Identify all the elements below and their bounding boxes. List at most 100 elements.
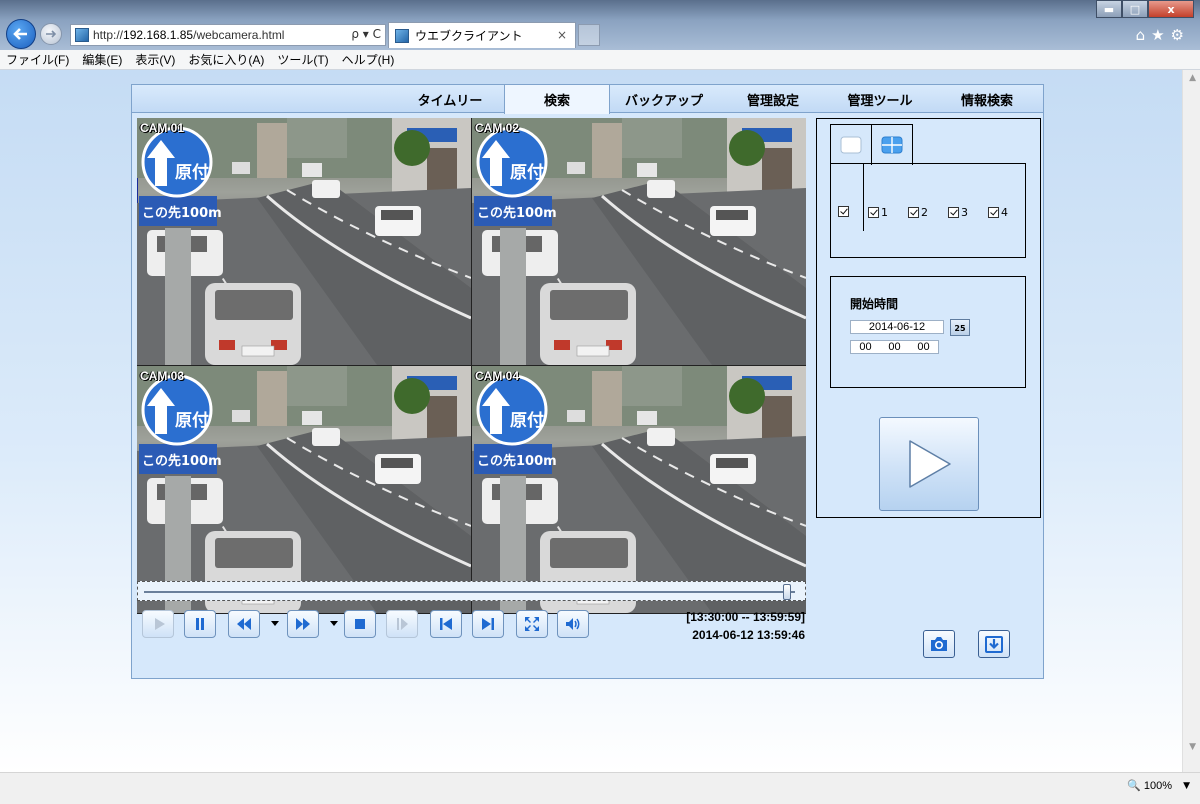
camera-view-4[interactable]: CAM 04 原付 この先100m <box>472 366 806 613</box>
minimize-button[interactable]: ▬ <box>1096 0 1122 18</box>
single-view-icon <box>840 136 862 153</box>
tab-admin-settings[interactable]: 管理設定 <box>720 85 826 113</box>
sign-top-text: 原付 <box>510 411 544 431</box>
camera-frame <box>137 118 471 365</box>
audio-button[interactable] <box>557 610 589 638</box>
tab-search[interactable]: 検索 <box>504 85 610 114</box>
maximize-button[interactable]: □ <box>1122 0 1148 18</box>
tab-favicon-icon <box>395 28 409 43</box>
menu-view[interactable]: 表示(V) <box>135 51 175 68</box>
camera-frame <box>137 366 471 613</box>
address-tools[interactable]: ρ ▾ C <box>351 27 381 41</box>
app-tabs: タイムリー 検索 バックアップ 管理設定 管理ツール 情報検索 <box>132 85 1043 114</box>
camera-icon <box>931 637 947 651</box>
forward-button[interactable] <box>40 23 62 45</box>
channel-label-3: 3 <box>961 206 968 219</box>
browser-tab[interactable]: ウエブクライアント × <box>388 22 576 48</box>
start-hour[interactable]: 00 <box>859 341 871 353</box>
camera-frame <box>472 118 806 365</box>
channel-box-topline <box>913 163 1026 164</box>
menu-edit[interactable]: 編集(E) <box>82 51 122 68</box>
vertical-scrollbar[interactable]: ▲ ▼ <box>1182 70 1200 772</box>
step-forward-button[interactable] <box>386 610 418 638</box>
channel-label-1: 1 <box>881 206 888 219</box>
camera-frame <box>472 366 806 613</box>
zoom-level[interactable]: 🔍 100% <box>1127 779 1172 792</box>
fast-forward-icon <box>296 618 310 630</box>
layout-single-button[interactable] <box>830 124 872 164</box>
back-button[interactable] <box>6 19 36 49</box>
site-favicon-icon <box>75 28 89 42</box>
channel-checkbox-2[interactable]: 2 <box>908 206 928 219</box>
seek-thumb[interactable] <box>783 584 792 600</box>
rewind-button[interactable] <box>228 610 260 638</box>
tab-close-icon[interactable]: × <box>557 28 567 42</box>
start-minute[interactable]: 00 <box>888 341 900 353</box>
address-bar[interactable]: http://192.168.1.85/webcamera.html ρ ▾ C <box>70 24 386 46</box>
status-bar: 🔍 100% ▼ <box>0 772 1200 804</box>
search-play-button[interactable] <box>879 417 979 511</box>
play-button[interactable] <box>142 610 174 638</box>
camera-view-2[interactable]: CAM 02 原付 この先100m <box>472 118 806 365</box>
channel-checkbox-1[interactable]: 1 <box>868 206 888 219</box>
tab-admin-tools[interactable]: 管理ツール <box>828 85 932 113</box>
download-icon <box>985 636 1003 653</box>
menu-favorites[interactable]: お気に入り(A) <box>188 51 264 68</box>
channel-divider <box>863 164 864 231</box>
checkbox-checked-icon <box>988 207 999 218</box>
home-favorites-settings-icons[interactable]: ⌂★⚙ <box>1136 26 1190 44</box>
start-second[interactable]: 00 <box>917 341 929 353</box>
fast-forward-speed-dropdown-icon[interactable] <box>330 621 338 626</box>
camera-view-3[interactable]: CAM 03 原付 この先100m <box>137 366 471 613</box>
checkbox-checked-icon <box>838 206 849 217</box>
download-button[interactable] <box>978 630 1010 658</box>
web-camera-app: タイムリー 検索 バックアップ 管理設定 管理ツール 情報検索 CAM 01 原… <box>131 84 1044 679</box>
pause-button[interactable] <box>184 610 216 638</box>
channel-checkbox-3[interactable]: 3 <box>948 206 968 219</box>
step-forward-icon <box>397 618 408 630</box>
fullscreen-icon <box>525 617 539 631</box>
fullscreen-button[interactable] <box>516 610 548 638</box>
rewind-speed-dropdown-icon[interactable] <box>271 621 279 626</box>
camera-view-1[interactable]: CAM 01 原付 この先100m <box>137 118 471 365</box>
menu-help[interactable]: ヘルプ(H) <box>342 51 395 68</box>
close-button[interactable]: x <box>1148 0 1194 18</box>
fast-forward-button[interactable] <box>287 610 319 638</box>
menu-bar: ファイル(F) 編集(E) 表示(V) お気に入り(A) ツール(T) ヘルプ(… <box>0 50 1200 70</box>
browser-chrome: http://192.168.1.85/webcamera.html ρ ▾ C… <box>0 0 1200 50</box>
calendar-button[interactable]: 25 <box>950 319 970 336</box>
address-url: http://192.168.1.85/webcamera.html <box>93 28 285 42</box>
speaker-icon <box>566 618 580 630</box>
quad-view-icon <box>881 136 903 154</box>
zoom-value: 100% <box>1143 780 1172 792</box>
play-icon <box>155 618 165 630</box>
scroll-up-icon[interactable]: ▲ <box>1189 73 1196 83</box>
start-time-group: 開始時間 2014-06-12 25 00 00 00 <box>830 276 1026 388</box>
tab-info-search[interactable]: 情報検索 <box>934 85 1040 113</box>
menu-file[interactable]: ファイル(F) <box>6 51 69 68</box>
start-time-input[interactable]: 00 00 00 <box>850 340 939 354</box>
page-viewport: ▲ ▼ タイムリー 検索 バックアップ 管理設定 管理ツール 情報検索 CAM … <box>0 70 1200 772</box>
scroll-down-icon[interactable]: ▼ <box>1189 742 1196 752</box>
layout-tabs <box>830 124 914 165</box>
camera-grid: CAM 01 原付 この先100m CAM 02 原付 この先100m CAM … <box>137 118 806 614</box>
new-tab-button[interactable] <box>578 24 600 46</box>
tab-backup[interactable]: バックアップ <box>612 85 716 113</box>
zoom-dropdown-icon[interactable]: ▼ <box>1183 781 1190 791</box>
layout-quad-button[interactable] <box>871 124 913 165</box>
play-icon <box>909 440 951 488</box>
channel-all-checkbox[interactable] <box>838 206 851 217</box>
skip-start-button[interactable] <box>430 610 462 638</box>
seek-bar[interactable] <box>137 581 806 601</box>
channel-checkbox-4[interactable]: 4 <box>988 206 1008 219</box>
skip-end-button[interactable] <box>472 610 504 638</box>
menu-tools[interactable]: ツール(T) <box>277 51 328 68</box>
camera-label: CAM 02 <box>475 121 520 135</box>
stop-button[interactable] <box>344 610 376 638</box>
skip-end-icon <box>482 618 494 630</box>
snapshot-button[interactable] <box>923 630 955 658</box>
tab-title: ウエブクライアント <box>415 29 523 43</box>
start-date-input[interactable]: 2014-06-12 <box>850 320 944 334</box>
current-time-text: 2014-06-12 13:59:46 <box>692 628 805 642</box>
tab-timely[interactable]: タイムリー <box>400 85 500 113</box>
